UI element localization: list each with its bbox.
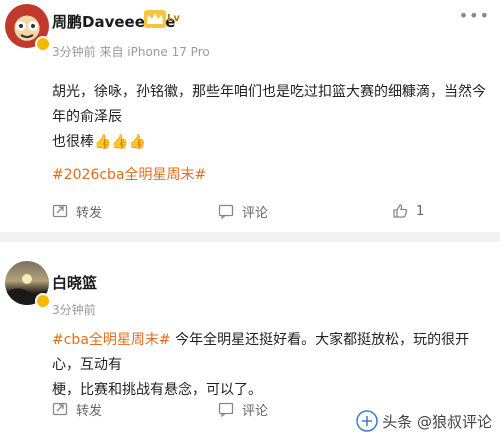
repost-label: 转发 [76,403,103,419]
hashtag-link[interactable]: #cba全明星周末# [52,332,171,348]
comment-button[interactable]: 评论 [218,198,268,224]
comment-icon [218,204,234,219]
action-bar: 转发 评论 1 [0,198,500,224]
repost-icon [52,204,68,218]
thumbs-up-emoji: 👍👍👍 [94,134,147,150]
hashtag-link[interactable]: #2026cba全明星周末# [52,164,206,184]
repost-button[interactable]: 转发 [52,396,102,422]
verified-badge-icon [35,293,51,309]
level-badge: Lv [167,13,180,24]
content-line: #cba全明星周末# 今年全明星还挺好看。大家都挺放松，玩的很开心，互动有 [52,328,492,378]
toutiao-logo-icon [356,410,378,432]
comment-label: 评论 [242,205,269,221]
comment-label: 评论 [242,403,269,419]
repost-button[interactable]: 转发 [52,198,102,224]
watermark-text: 头条 @狼叔评论 [382,412,492,431]
content-line: 也很棒👍👍👍 [52,130,492,155]
watermark: 头条 @狼叔评论 [356,410,492,432]
like-count: 1 [416,203,425,219]
crown-icon [144,10,166,28]
repost-label: 转发 [76,205,103,221]
repost-icon [52,402,68,416]
more-menu-icon[interactable]: ••• [459,6,490,25]
comment-button[interactable]: 评论 [218,396,268,422]
post-meta: 3分钟前 来自 iPhone 17 Pro [52,45,210,59]
username[interactable]: 白晓篮 [52,272,97,293]
content-line: 胡光，徐咏，孙铭徽，那些年咱们也是吃过扣篮大赛的细糠滴，当然今年的俞泽辰 [52,84,486,125]
comment-icon [218,402,234,417]
post-meta: 3分钟前 [52,303,96,317]
post-content: #cba全明星周末# 今年全明星还挺好看。大家都挺放松，玩的很开心，互动有 梗，… [52,328,492,403]
thumbs-up-icon [393,204,408,218]
post-content: 胡光，徐咏，孙铭徽，那些年咱们也是吃过扣篮大赛的细糠滴，当然今年的俞泽辰 也很棒… [52,80,492,155]
verified-badge-icon [35,36,51,52]
content-text: 也很棒 [52,134,94,150]
post-divider [0,232,500,242]
weibo-post: 周鹏Daveeeeee Lv ••• 3分钟前 来自 iPhone 17 Pro… [0,0,500,232]
like-button[interactable]: 1 [392,198,424,224]
